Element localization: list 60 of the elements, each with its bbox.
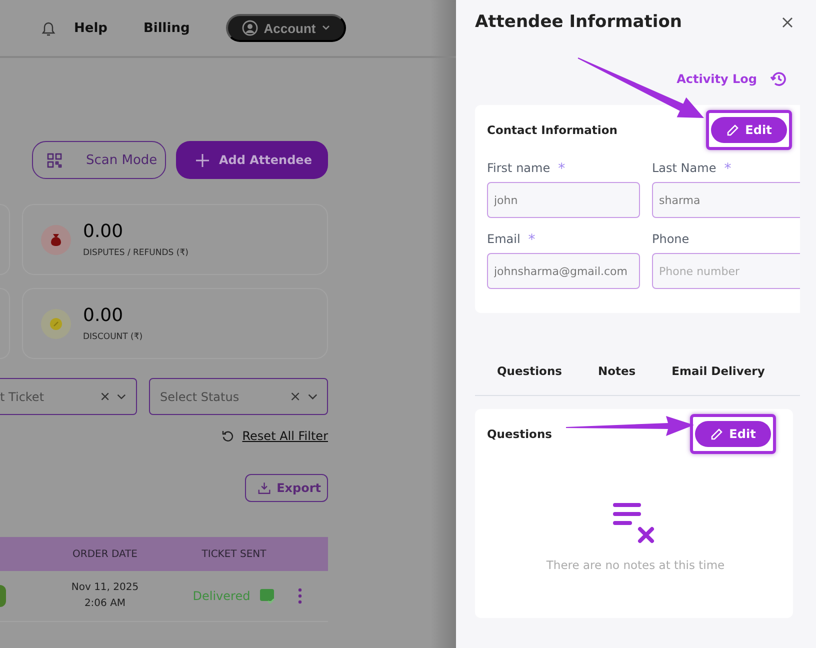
billing-link[interactable]: Billing xyxy=(143,20,190,36)
field-label: Email xyxy=(487,232,520,248)
input-field[interactable]: Phone number xyxy=(652,253,800,289)
export-button[interactable]: Export xyxy=(245,474,328,502)
input-field[interactable]: sharma xyxy=(652,182,800,218)
plus-icon xyxy=(196,154,209,166)
close-icon[interactable] xyxy=(782,16,793,28)
tab[interactable]: Notes xyxy=(598,364,636,378)
input-field[interactable]: johnsharma@gmail.com xyxy=(487,253,640,289)
clear-icon[interactable] xyxy=(290,391,300,402)
more-options-icon[interactable] xyxy=(298,588,302,604)
required-mark: * xyxy=(558,161,566,179)
bell-icon[interactable] xyxy=(40,20,57,36)
section-title: Questions xyxy=(487,427,552,441)
tab[interactable]: Email Delivery xyxy=(672,364,765,378)
chevron-down-icon[interactable] xyxy=(308,392,317,400)
reset-icon[interactable] xyxy=(222,430,234,442)
activity-log-link[interactable]: Activity Log xyxy=(676,72,757,86)
column-header: ORDER DATE xyxy=(72,548,138,560)
field-label: Phone xyxy=(652,232,690,248)
pencil-icon xyxy=(726,124,740,136)
chevron-down-icon xyxy=(322,25,330,31)
field-label: First name xyxy=(487,161,550,177)
select-input[interactable]: Select Status xyxy=(160,379,283,414)
add-attendee-button[interactable]: Add Attendee xyxy=(176,141,328,179)
edit-button[interactable]: Edit xyxy=(711,117,787,143)
stat-value: 0.00 xyxy=(83,221,124,242)
stat-label: DISPUTES / REFUNDS (₹) xyxy=(83,248,188,258)
select-field[interactable]: t Ticket xyxy=(0,378,137,415)
required-mark: * xyxy=(528,232,536,250)
select-input[interactable]: t Ticket xyxy=(0,379,94,414)
coin-icon xyxy=(41,308,71,338)
pencil-icon xyxy=(710,428,724,440)
help-link[interactable]: Help xyxy=(74,20,108,36)
select-field[interactable]: Select Status xyxy=(149,378,328,415)
status-pill xyxy=(0,585,6,607)
column-header: TICKET SENT xyxy=(200,548,268,560)
ticket-check-icon xyxy=(260,588,276,604)
scan-mode-button[interactable]: Scan Mode xyxy=(32,141,166,179)
user-icon xyxy=(242,20,258,36)
field-label: Last Name xyxy=(652,161,716,177)
drawer-title: Attendee Information xyxy=(475,12,682,32)
stat-label: DISCOUNT (₹) xyxy=(83,332,143,342)
stat-value: 0.00 xyxy=(83,305,124,326)
input-field[interactable]: john xyxy=(487,182,640,218)
download-icon xyxy=(258,481,271,495)
empty-message: There are no notes at this time xyxy=(546,558,725,572)
money-bag-icon xyxy=(41,224,71,254)
clear-icon[interactable] xyxy=(101,391,110,402)
edit-button[interactable]: Edit xyxy=(695,421,771,447)
order-date-cell-text: Nov 11, 2025 2:06 AM xyxy=(70,581,140,611)
reset-filter-link[interactable]: Reset All Filter xyxy=(242,429,328,443)
account-button[interactable]: Account xyxy=(226,14,346,42)
qr-code-icon xyxy=(47,152,62,168)
required-mark: * xyxy=(724,161,732,179)
history-icon[interactable] xyxy=(770,71,787,87)
chevron-down-icon[interactable] xyxy=(117,392,126,400)
tab[interactable]: Questions xyxy=(497,364,562,378)
section-title: Contact Information xyxy=(487,123,618,137)
ticket-status: Delivered xyxy=(192,589,250,603)
